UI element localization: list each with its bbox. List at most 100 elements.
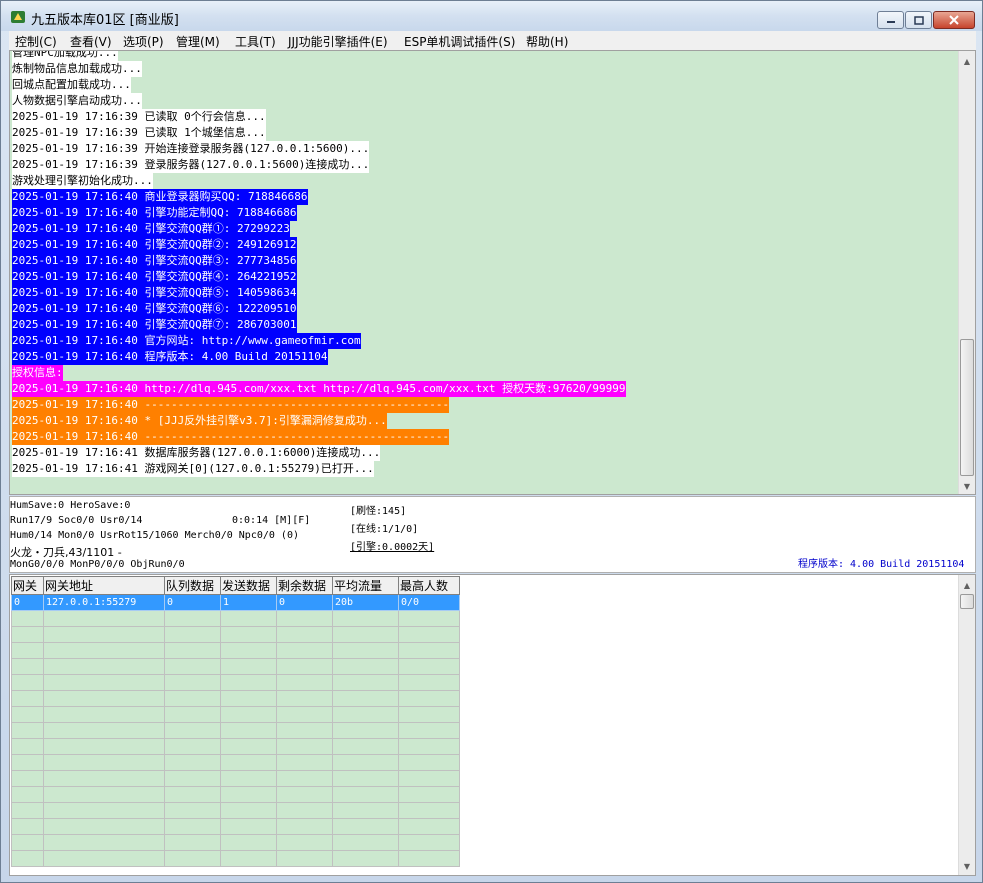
table-cell (220, 850, 277, 867)
table-cell (43, 738, 165, 755)
menu-help[interactable]: 帮助(H) (526, 33, 568, 50)
table-cell (332, 626, 399, 643)
status-panel: HumSave:0 HeroSave:0 Run17/9 Soc0/0 Usr0… (9, 496, 976, 573)
table-row[interactable] (11, 770, 460, 787)
table-cell (332, 770, 399, 787)
table-row[interactable] (11, 722, 460, 739)
col-gateway[interactable]: 网关 (11, 576, 44, 595)
menu-manage[interactable]: 管理(M) (176, 33, 220, 50)
table-cell (220, 674, 277, 691)
table-row[interactable] (11, 802, 460, 819)
table-row[interactable] (11, 818, 460, 835)
col-remaining-data[interactable]: 剩余数据 (276, 576, 333, 595)
menu-view[interactable]: 查看(V) (70, 33, 112, 50)
grid-scroll-thumb[interactable] (960, 594, 974, 609)
grid-scroll-down-icon[interactable]: ▼ (959, 858, 975, 875)
table-cell (220, 642, 277, 659)
run-status: Run17/9 Soc0/0 Usr0/14 (10, 515, 143, 526)
table-cell (11, 770, 44, 787)
log-line: 2025-01-19 17:16:40 --------------------… (12, 429, 450, 445)
engine-days[interactable]: [引擎:0.0002天] (350, 538, 434, 553)
table-row[interactable] (11, 834, 460, 851)
table-row[interactable] (11, 658, 460, 675)
grid-scroll-up-icon[interactable]: ▲ (959, 577, 975, 594)
table-cell (43, 674, 165, 691)
table-cell (11, 834, 44, 851)
table-cell (398, 770, 460, 787)
table-cell (164, 610, 221, 627)
table-cell (164, 850, 221, 867)
col-gateway-address[interactable]: 网关地址 (43, 576, 165, 595)
maximize-button[interactable] (905, 11, 932, 29)
menu-control[interactable]: 控制(C) (15, 33, 57, 50)
table-cell (332, 690, 399, 707)
table-cell (164, 770, 221, 787)
table-row[interactable] (11, 850, 460, 867)
table-cell (164, 642, 221, 659)
table-row[interactable] (11, 626, 460, 643)
menu-jjj-engine-plugin[interactable]: JJJ功能引擎插件(E) (288, 33, 388, 50)
title-bar[interactable]: 九五版本库01区 [商业版] (1, 1, 982, 31)
table-cell (398, 834, 460, 851)
table-row[interactable] (11, 706, 460, 723)
log-line: 2025-01-19 17:16:40 引擎交流QQ群②: 249126912 (12, 237, 297, 253)
table-cell (276, 626, 333, 643)
col-send-data[interactable]: 发送数据 (220, 576, 277, 595)
log-scroll-thumb[interactable] (960, 339, 974, 476)
table-row[interactable] (11, 690, 460, 707)
table-cell (11, 642, 44, 659)
table-cell (398, 754, 460, 771)
window-title: 九五版本库01区 [商业版] (31, 13, 179, 28)
table-row[interactable] (11, 786, 460, 803)
table-cell (220, 770, 277, 787)
table-cell (11, 818, 44, 835)
table-cell (276, 738, 333, 755)
menu-options[interactable]: 选项(P) (123, 33, 164, 50)
table-cell (11, 706, 44, 723)
table-cell (11, 850, 44, 867)
scroll-down-icon[interactable]: ▼ (959, 478, 975, 494)
col-queue-data[interactable]: 队列数据 (164, 576, 221, 595)
table-row[interactable] (11, 642, 460, 659)
table-cell (220, 722, 277, 739)
table-row[interactable] (11, 610, 460, 627)
table-row[interactable] (11, 674, 460, 691)
log-line: 2025-01-19 17:16:40 引擎交流QQ群⑦: 286703001 (12, 317, 297, 333)
close-button[interactable] (933, 11, 975, 29)
table-cell (276, 786, 333, 803)
table-cell (332, 738, 399, 755)
table-cell (398, 722, 460, 739)
log-panel[interactable]: 管理NPC加载成功... 炼制物品信息加载成功... 回城点配置加载成功... 人物数… (9, 50, 976, 495)
scroll-up-icon[interactable]: ▲ (959, 53, 975, 70)
table-row[interactable] (11, 754, 460, 771)
table-cell (164, 706, 221, 723)
table-cell (164, 674, 221, 691)
log-line: 2025-01-19 17:16:41 游戏网关[0](127.0.0.1:55… (12, 461, 374, 477)
menu-tools[interactable]: 工具(T) (235, 33, 276, 50)
menu-esp-debug-plugin[interactable]: ESP单机调试插件(S) (404, 33, 515, 50)
table-cell (43, 834, 165, 851)
table-cell (43, 850, 165, 867)
table-cell (11, 722, 44, 739)
table-cell (220, 818, 277, 835)
human-monster-status: Hum0/14 Mon0/0 UsrRot15/1060 Merch0/0 Np… (10, 530, 299, 541)
log-line: 游戏处理引擎初始化成功... (12, 173, 153, 189)
table-cell (398, 642, 460, 659)
log-line: 人物数据引擎启动成功... (12, 93, 142, 109)
table-cell (332, 818, 399, 835)
log-scrollbar[interactable]: ▲ ▼ (958, 51, 975, 494)
log-lines: 管理NPC加载成功... 炼制物品信息加载成功... 回城点配置加载成功... 人物数… (12, 51, 626, 477)
table-cell (398, 818, 460, 835)
table-row[interactable] (11, 738, 460, 755)
table-row[interactable]: 0 127.0.0.1:55279 0 1 0 20b 0/0 (11, 594, 460, 611)
grid-scrollbar[interactable]: ▲ ▼ (958, 575, 975, 875)
save-status: HumSave:0 HeroSave:0 (10, 500, 131, 511)
table-cell (220, 658, 277, 675)
log-line: 2025-01-19 17:16:40 引擎交流QQ群⑥: 122209510 (12, 301, 297, 317)
uptime: 0:0:14 [M][F] (232, 515, 311, 526)
gateway-grid[interactable]: 网关 网关地址 队列数据 发送数据 剩余数据 平均流量 最高人数 0 127.0.… (9, 574, 976, 876)
table-cell (164, 802, 221, 819)
col-max-players[interactable]: 最高人数 (398, 576, 460, 595)
col-average-traffic[interactable]: 平均流量 (332, 576, 399, 595)
minimize-button[interactable] (877, 11, 904, 29)
